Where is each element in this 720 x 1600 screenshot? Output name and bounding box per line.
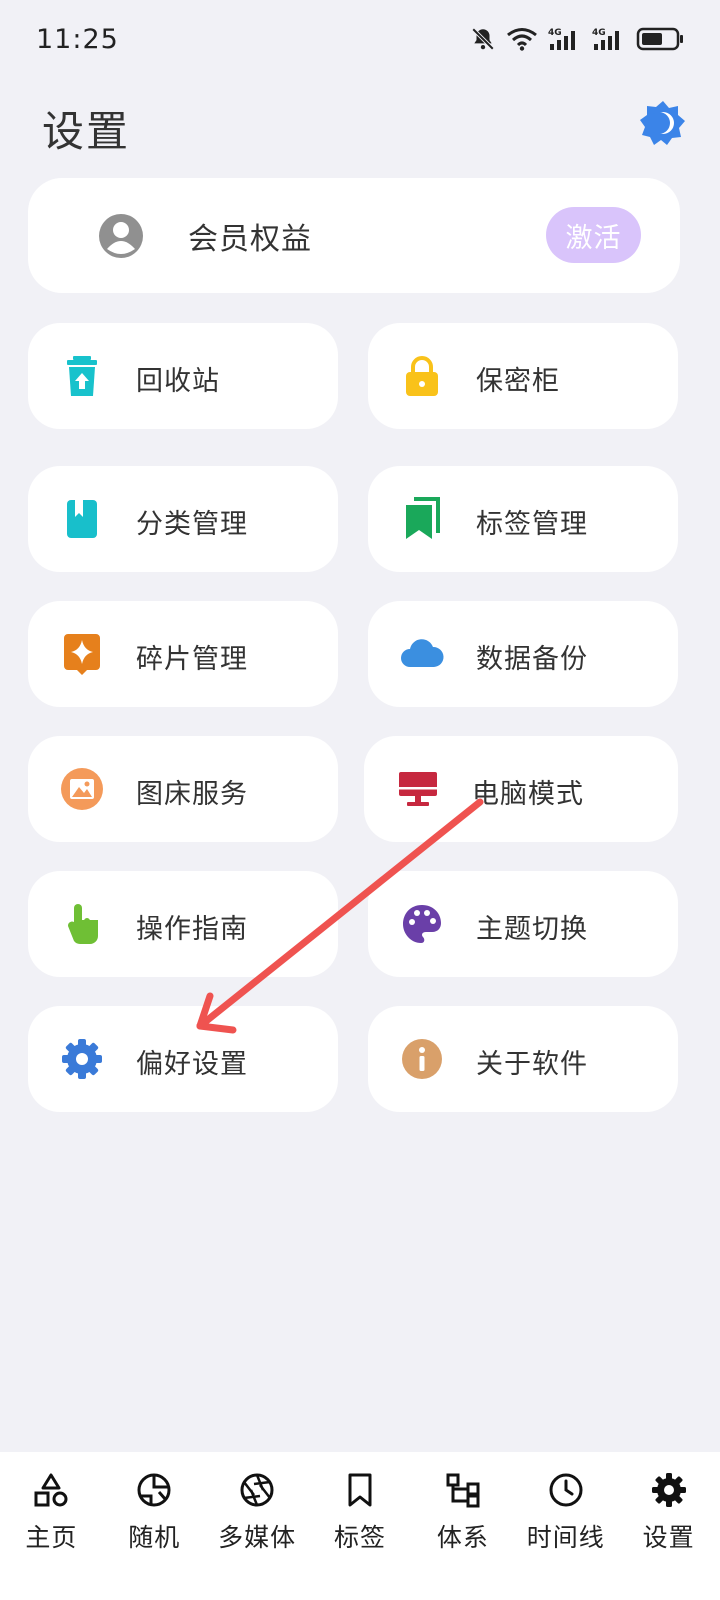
- member-card[interactable]: 会员权益 激活: [28, 178, 680, 293]
- nav-item-random[interactable]: 随机: [103, 1452, 206, 1600]
- nav-item-home[interactable]: 主页: [0, 1452, 103, 1600]
- tile-label: 回收站: [136, 366, 220, 397]
- nav-label: 时间线: [526, 1523, 605, 1552]
- svg-text:4G: 4G: [592, 28, 606, 38]
- cell-signal-icon: 4G: [592, 28, 619, 50]
- tile-vault[interactable]: 保密柜: [368, 323, 678, 429]
- status-icons: 4G 4G: [470, 26, 684, 52]
- tile-label: 主题切换: [476, 914, 588, 945]
- tile-label: 分类管理: [136, 509, 248, 540]
- lock-icon: [406, 356, 438, 396]
- tile-tag-management[interactable]: 标签管理: [368, 466, 678, 572]
- nav-item-timeline[interactable]: 时间线: [514, 1452, 617, 1600]
- theme-toggle-button[interactable]: [640, 100, 686, 146]
- tile-label: 图床服务: [136, 779, 248, 810]
- nav-label: 体系: [436, 1523, 489, 1552]
- bookmark-icon: [406, 497, 440, 539]
- tile-fragment-management[interactable]: 碎片管理: [28, 601, 338, 707]
- member-label: 会员权益: [188, 222, 312, 257]
- bottom-nav: 主页 随机 多媒体 标签 体系 时间线 设置: [0, 1452, 720, 1600]
- tile-label: 关于软件: [476, 1049, 588, 1080]
- tile-preferences[interactable]: 偏好设置: [28, 1006, 338, 1112]
- nav-item-settings[interactable]: 设置: [617, 1452, 720, 1600]
- random-icon: [137, 1473, 171, 1507]
- cloud-icon: [401, 639, 444, 667]
- nav-label: 设置: [642, 1523, 695, 1552]
- tile-user-guide[interactable]: 操作指南: [28, 871, 338, 977]
- nav-item-tags[interactable]: 标签: [309, 1452, 412, 1600]
- tile-label: 偏好设置: [136, 1049, 248, 1080]
- tile-theme-switch[interactable]: 主题切换: [368, 871, 678, 977]
- night-mode-icon: [640, 101, 685, 145]
- tile-image-hosting[interactable]: 图床服务: [28, 736, 338, 842]
- hierarchy-icon: [446, 1473, 480, 1508]
- status-time: 11:25: [36, 23, 119, 55]
- nav-label: 多媒体: [218, 1523, 297, 1552]
- image-icon: [61, 768, 103, 810]
- shapes-icon: [34, 1473, 68, 1507]
- page-title: 设置: [42, 107, 131, 156]
- nav-label: 主页: [25, 1523, 78, 1552]
- palette-icon: [403, 905, 441, 943]
- hand-pointer-icon: [67, 904, 98, 944]
- tile-label: 数据备份: [476, 644, 588, 675]
- aperture-icon: [240, 1473, 274, 1507]
- nav-label: 标签: [334, 1523, 387, 1552]
- gear-icon: [651, 1473, 686, 1507]
- svg-text:4G: 4G: [548, 28, 562, 38]
- bookmark-outline-icon: [348, 1473, 372, 1507]
- gear-icon: [62, 1039, 102, 1079]
- info-icon: [402, 1039, 442, 1079]
- activate-button[interactable]: 激活: [546, 207, 641, 263]
- bell-muted-icon: [471, 27, 495, 51]
- desktop-icon: [399, 772, 437, 806]
- tile-category-management[interactable]: 分类管理: [28, 466, 338, 572]
- tile-label: 操作指南: [136, 914, 248, 945]
- nav-item-system[interactable]: 体系: [411, 1452, 514, 1600]
- tile-recycle-bin[interactable]: 回收站: [28, 323, 338, 429]
- tile-about-software[interactable]: 关于软件: [368, 1006, 678, 1112]
- cell-signal-icon: 4G: [548, 28, 575, 50]
- clock-icon: [549, 1473, 583, 1507]
- tile-desktop-mode[interactable]: 电脑模式: [364, 736, 678, 842]
- tile-label: 标签管理: [476, 509, 588, 540]
- recycle-bin-icon: [67, 356, 97, 396]
- nav-label: 随机: [128, 1523, 181, 1552]
- sparkle-icon: [64, 634, 100, 675]
- tile-label: 保密柜: [476, 366, 560, 397]
- battery-icon: [636, 27, 683, 51]
- tile-label: 碎片管理: [136, 644, 248, 675]
- notebook-icon: [67, 500, 97, 538]
- tile-data-backup[interactable]: 数据备份: [368, 601, 678, 707]
- tile-label: 电脑模式: [472, 779, 584, 810]
- nav-item-multimedia[interactable]: 多媒体: [206, 1452, 309, 1600]
- status-bar: 11:25 4G 4G: [0, 0, 720, 78]
- user-avatar-icon: [99, 214, 143, 258]
- wifi-icon: [507, 28, 537, 51]
